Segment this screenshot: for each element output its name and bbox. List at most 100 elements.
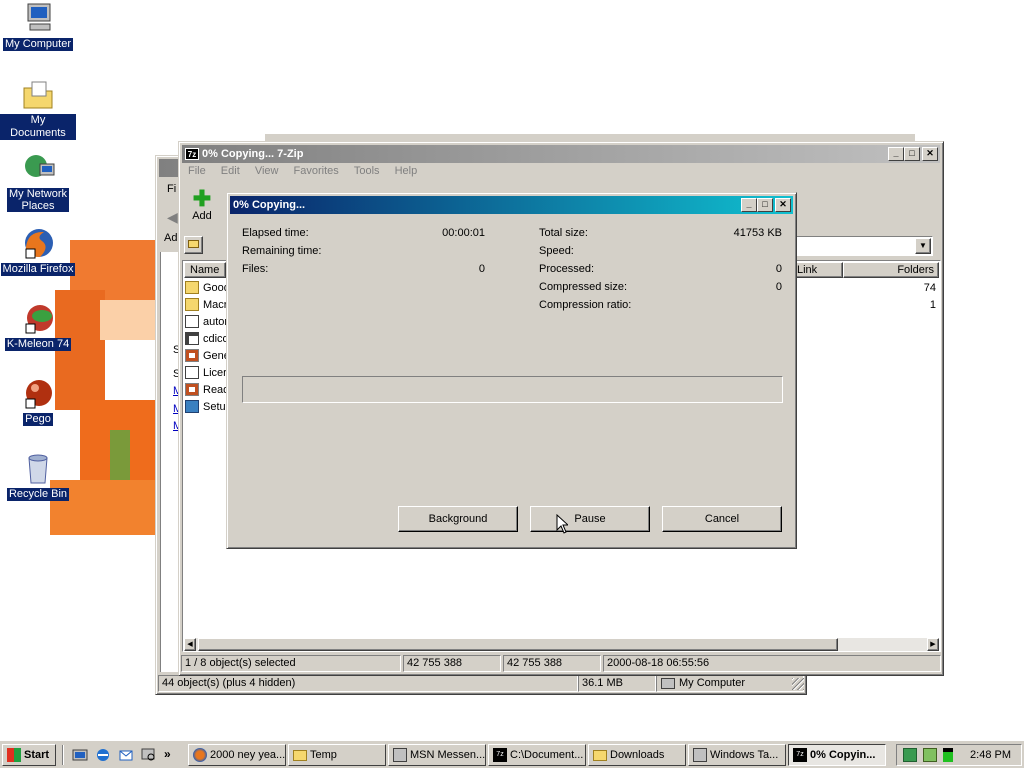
close-button[interactable]: ✕	[922, 147, 938, 161]
dialog-titlebar[interactable]: 0% Copying... _ □ ✕	[230, 196, 793, 214]
horizontal-scrollbar[interactable]: ◀ ▶	[184, 638, 939, 651]
list-item[interactable]: Good	[185, 279, 230, 296]
list-item[interactable]: cdico	[185, 330, 229, 347]
menu-view[interactable]: View	[249, 165, 285, 177]
column-header-folders[interactable]: Folders	[843, 262, 939, 278]
files-label: Files:	[242, 263, 269, 275]
text-file-icon	[185, 366, 199, 379]
folder-up-button[interactable]	[184, 236, 203, 254]
security-tray-icon[interactable]	[923, 748, 937, 762]
status-size: 42 755 388	[403, 655, 501, 672]
background-button[interactable]: Background	[398, 506, 518, 532]
pause-button[interactable]: Pause	[530, 506, 650, 532]
7zip-title: 0% Copying... 7-Zip	[202, 148, 304, 160]
minimize-button[interactable]: _	[741, 198, 757, 212]
taskbar-item-firefox[interactable]: 2000 ney yea...	[188, 744, 286, 766]
document-icon	[185, 383, 199, 396]
7zip-icon: 7z	[185, 148, 199, 160]
close-button[interactable]: ✕	[775, 198, 791, 212]
system-tray: 2:48 PM	[896, 744, 1022, 766]
compression-ratio-label: Compression ratio:	[539, 299, 632, 311]
add-icon: ✚	[192, 186, 212, 211]
quick-launch-overflow-icon[interactable]: »	[164, 747, 180, 763]
list-item[interactable]: Setu	[185, 398, 226, 415]
list-item[interactable]: Read	[185, 381, 229, 398]
firefox-icon	[193, 748, 207, 762]
folders-value: 1	[929, 299, 936, 311]
scroll-left-icon[interactable]: ◀	[184, 638, 196, 651]
explorer-status-location: My Computer	[656, 675, 804, 692]
my-computer-small-icon	[661, 678, 675, 689]
folder-icon	[185, 298, 199, 311]
windows-logo-icon	[7, 748, 21, 762]
mouse-cursor-icon	[556, 514, 568, 534]
internet-explorer-icon[interactable]	[95, 747, 111, 763]
start-button[interactable]: Start	[2, 744, 56, 766]
desktop-icon-my-documents[interactable]: My Documents	[0, 78, 76, 140]
taskbar-item-downloads[interactable]: Downloads	[588, 744, 686, 766]
copying-dialog[interactable]: 0% Copying... _ □ ✕ Elapsed time: 00:00:…	[226, 192, 797, 549]
7zip-titlebar[interactable]: 7z 0% Copying... 7-Zip _ □ ✕	[182, 145, 940, 163]
taskbar-item-7zip-documents[interactable]: 7z C:\Document...	[488, 744, 586, 766]
processed-label: Processed:	[539, 263, 595, 275]
folder-up-icon	[188, 240, 199, 248]
search-icon[interactable]	[141, 747, 157, 763]
desktop-icon-pego[interactable]: Pego	[0, 377, 76, 426]
show-desktop-icon[interactable]	[72, 747, 88, 763]
taskbar-item-msn[interactable]: MSN Messen...	[388, 744, 486, 766]
taskbar: Start » 2000 ney yea... Temp MSN Messen.…	[0, 740, 1024, 768]
taskbar-item-task-manager[interactable]: Windows Ta...	[688, 744, 786, 766]
files-value: 0	[478, 263, 485, 275]
maximize-button[interactable]: □	[904, 147, 920, 161]
desktop-icon-firefox[interactable]: Mozilla Firefox	[0, 227, 76, 276]
status-packed-size: 42 755 388	[503, 655, 601, 672]
menu-help[interactable]: Help	[389, 165, 424, 177]
outlook-express-icon[interactable]	[118, 747, 134, 763]
menu-tools[interactable]: Tools	[348, 165, 386, 177]
explorer-address-label: Ad	[164, 232, 178, 244]
resize-grip[interactable]	[792, 678, 804, 690]
add-button[interactable]: ✚ Add	[187, 186, 217, 223]
list-item[interactable]: Gene	[185, 347, 230, 364]
taskbar-item-temp[interactable]: Temp	[288, 744, 386, 766]
start-label: Start	[24, 749, 50, 761]
clock[interactable]: 2:48 PM	[970, 749, 1011, 761]
speed-label: Speed:	[539, 245, 574, 257]
desktop-icon-recycle-bin[interactable]: Recycle Bin	[0, 452, 76, 501]
status-selected: 1 / 8 object(s) selected	[181, 655, 401, 672]
list-item[interactable]: Macr	[185, 296, 227, 313]
cancel-button[interactable]: Cancel	[662, 506, 782, 532]
menu-file[interactable]: File	[182, 165, 212, 177]
desktop-icon-network-places[interactable]: My Network Places	[0, 152, 76, 212]
maximize-button[interactable]: □	[757, 198, 773, 212]
chevron-down-icon[interactable]: ▼	[915, 238, 931, 254]
path-combobox[interactable]: ▼	[796, 236, 933, 256]
column-header-link[interactable]: Link	[791, 262, 843, 278]
progress-bar	[242, 376, 783, 403]
list-item[interactable]: autor	[185, 313, 228, 330]
folder-icon	[185, 281, 199, 294]
text-file-icon	[185, 315, 199, 328]
back-icon[interactable]: ◀	[167, 209, 178, 226]
scroll-thumb[interactable]	[198, 638, 838, 651]
folder-icon	[593, 749, 607, 761]
folders-value: 74	[923, 282, 936, 294]
minimize-button[interactable]: _	[888, 147, 904, 161]
scroll-right-icon[interactable]: ▶	[927, 638, 939, 651]
cpu-usage-tray-icon[interactable]	[943, 748, 953, 762]
menu-edit[interactable]: Edit	[215, 165, 246, 177]
menu-favorites[interactable]: Favorites	[288, 165, 345, 177]
network-places-label-1: My Network	[8, 188, 68, 200]
taskbar-item-7zip-copying[interactable]: 7z 0% Copyin...	[788, 744, 886, 766]
explorer-menu-file[interactable]: Fi	[167, 183, 176, 195]
column-header-name[interactable]: Name	[184, 262, 226, 278]
document-icon	[185, 349, 199, 362]
list-item[interactable]: Licer	[185, 364, 227, 381]
desktop-icon-my-computer[interactable]: My Computer	[0, 2, 76, 51]
my-computer-icon	[20, 2, 56, 36]
network-tray-icon[interactable]	[903, 748, 917, 762]
msn-icon	[393, 748, 407, 762]
desktop-icon-k-meleon[interactable]: K-Meleon 74	[0, 302, 76, 351]
recycle-bin-icon	[20, 452, 56, 486]
total-size-value: 41753 KB	[733, 227, 782, 239]
